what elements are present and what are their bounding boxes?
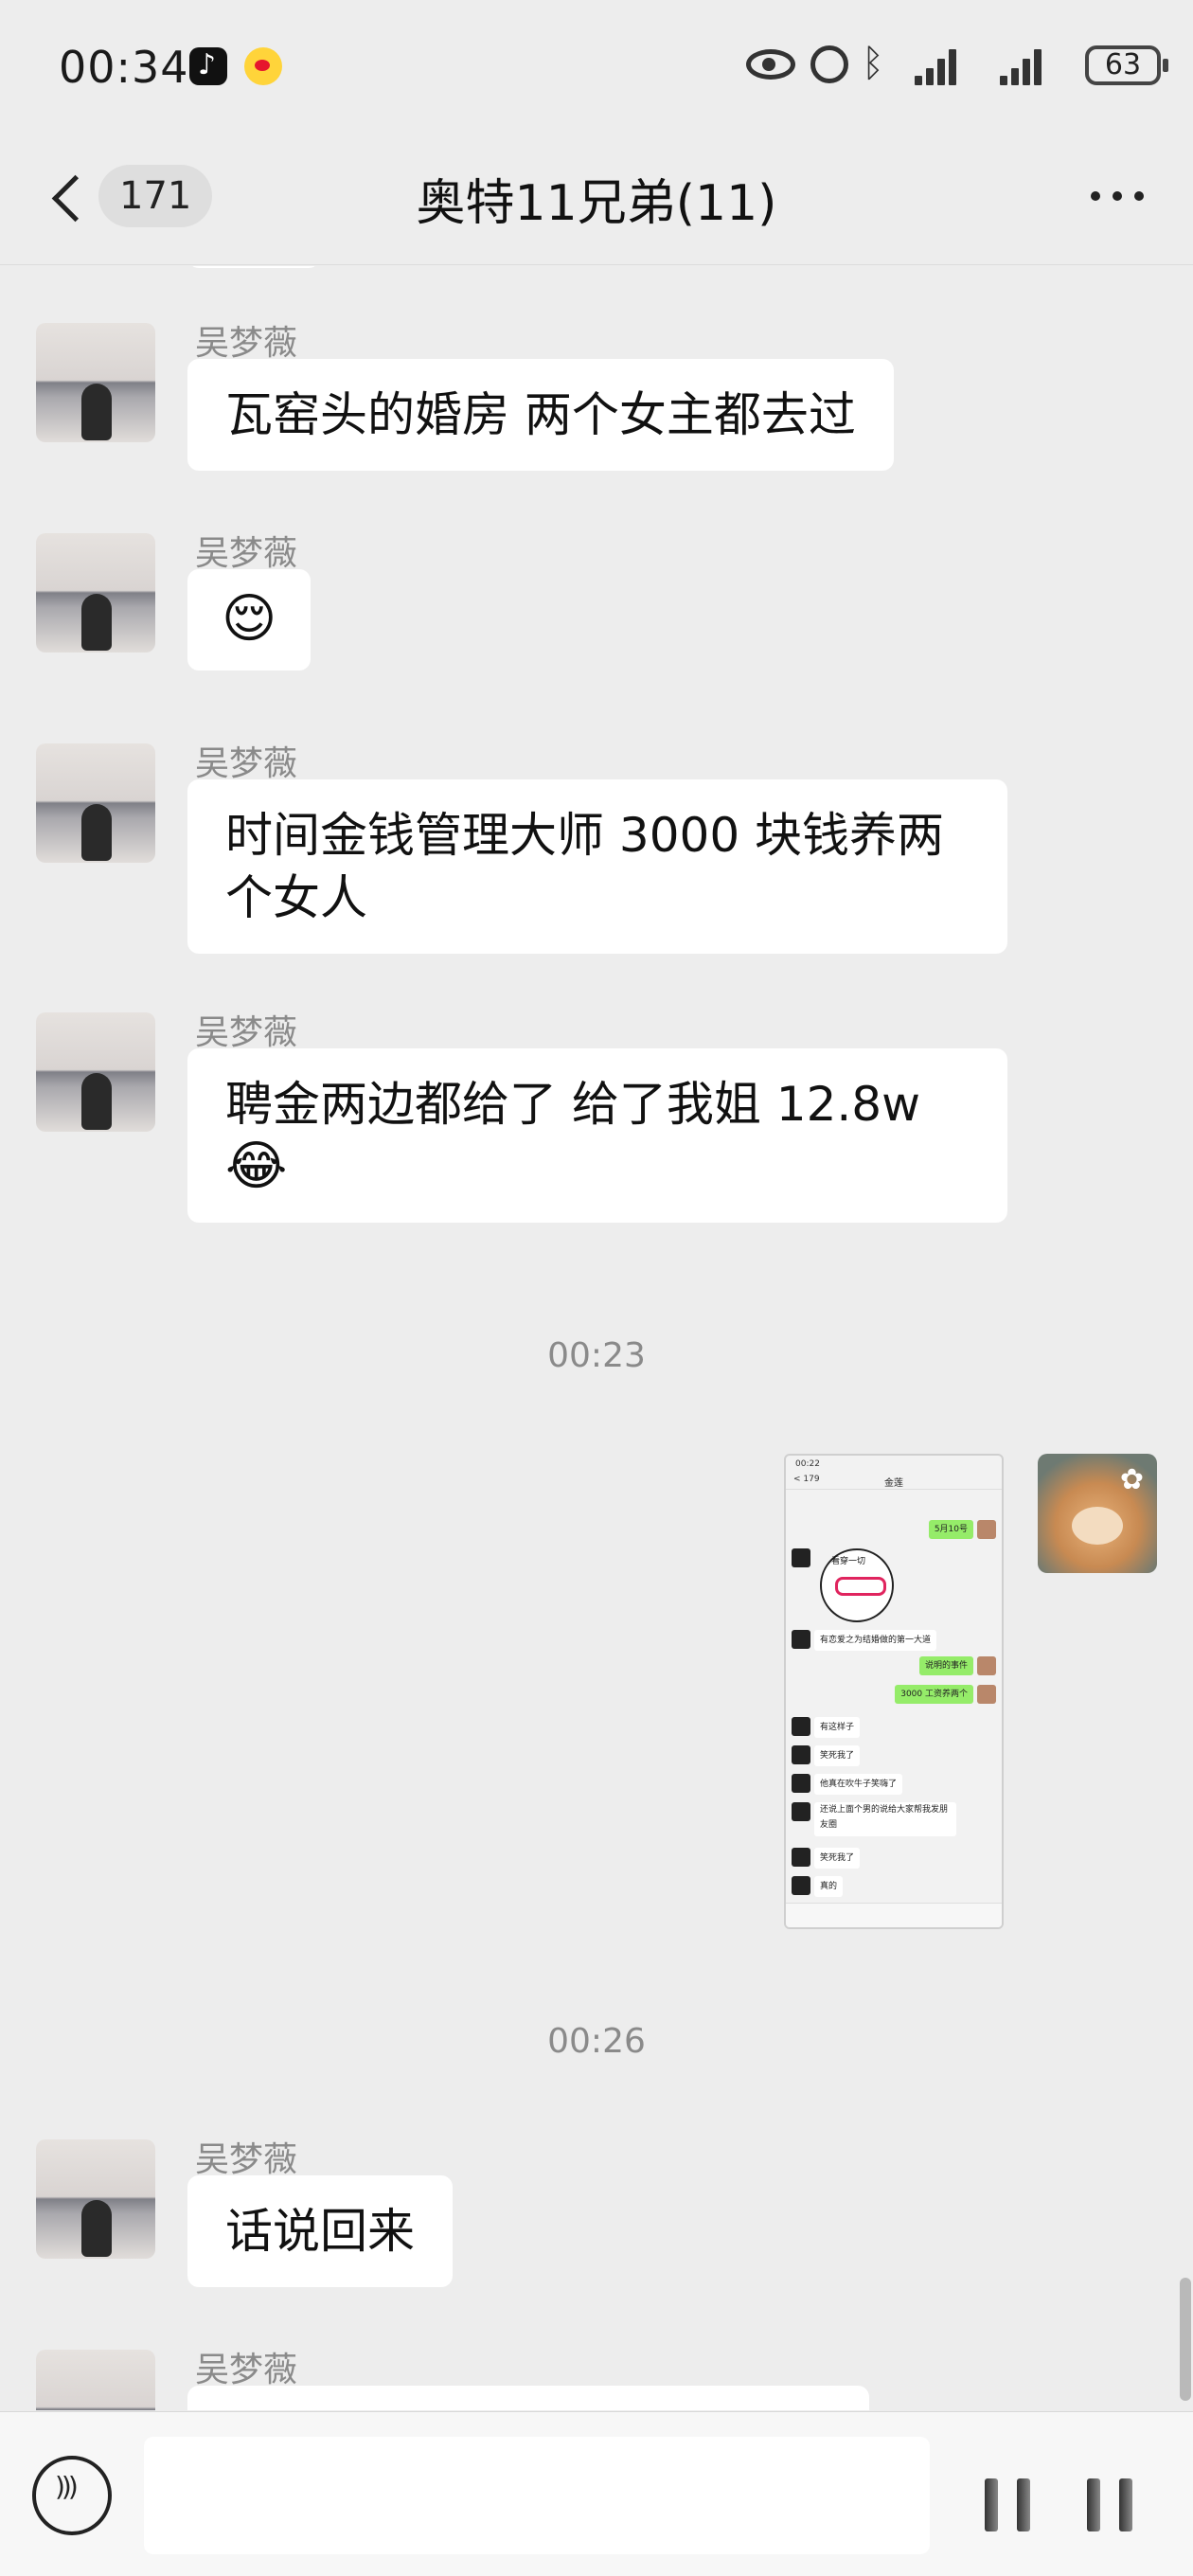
signal-icon [994, 47, 1047, 85]
sender-name: 吴梦薇 [195, 744, 298, 783]
message-input[interactable] [144, 2437, 930, 2554]
message-text-line: 个女人 [225, 870, 367, 925]
message-bubble[interactable]: 话说回来 [187, 2175, 453, 2287]
message-row: 吴梦薇 瓦窑头的婚房 两个女主都去过 [0, 323, 1193, 512]
sender-name: 吴梦薇 [195, 534, 298, 573]
emoji: 😌 [222, 588, 277, 650]
message-text-line: 😂 [225, 1136, 288, 1197]
tiktok-icon [189, 47, 227, 85]
message-row: 吴梦薇 时间金钱管理大师 3000 块钱养两 个女人 [0, 743, 1193, 990]
self-avatar[interactable]: ✿ [1038, 1454, 1157, 1573]
message-row: 吴梦薇 [0, 2350, 1193, 2410]
message-row: 吴梦薇 话说回来 [0, 2139, 1193, 2319]
message-bubble[interactable]: 聘金两边都给了 给了我姐 12.8w 😂 [187, 1048, 1007, 1223]
image-message[interactable]: 00:22 < 179 金莲 5月10号 看穿一切 有恋爱之为结婚做的第一大道 … [784, 1454, 1004, 1929]
avatar[interactable] [36, 1012, 155, 1132]
timestamp: 00:26 [547, 2022, 646, 2061]
chat-title: 奥特11兄弟(11) [416, 175, 777, 232]
sender-name: 吴梦薇 [195, 324, 298, 363]
thumbnail-input-bar [786, 1903, 1002, 1927]
voice-icon[interactable] [32, 2456, 112, 2535]
scrollbar-thumb[interactable] [1180, 2278, 1191, 2401]
more-options-button[interactable] [1079, 167, 1155, 224]
message-text: 瓦窑头的婚房 两个女主都去过 [225, 387, 856, 442]
avatar[interactable] [36, 2139, 155, 2259]
message-row: 吴梦薇 聘金两边都给了 给了我姐 12.8w 😂 [0, 1012, 1193, 1259]
message-bubble[interactable]: 时间金钱管理大师 3000 块钱养两 个女人 [187, 779, 1007, 954]
sender-name: 吴梦薇 [195, 2351, 298, 2389]
message-text: 话说回来 [225, 2204, 415, 2259]
avatar[interactable] [36, 743, 155, 863]
eye-icon [746, 49, 795, 80]
message-bubble[interactable]: 😌 [187, 569, 312, 671]
plus-icon[interactable] [1079, 2469, 1159, 2537]
status-clock: 00:34 [59, 42, 189, 93]
sender-name: 吴梦薇 [195, 2140, 298, 2179]
bluetooth-icon: ᛒ [862, 42, 884, 85]
thumbnail-header: 00:22 < 179 金莲 [786, 1456, 1002, 1490]
message-text-line: 时间金钱管理大师 3000 块钱养两 [225, 808, 945, 863]
status-bar: 00:34 ᛒ 63 [0, 0, 1193, 133]
message-text-line: 聘金两边都给了 给了我姐 12.8w [225, 1077, 921, 1132]
chat-header: 171 奥特11兄弟(11) [0, 133, 1193, 265]
timestamp: 00:23 [547, 1336, 646, 1375]
emoji-icon[interactable] [977, 2469, 1045, 2537]
avatar[interactable] [36, 2350, 155, 2410]
message-bubble-partial[interactable] [187, 266, 320, 268]
alarm-icon [810, 45, 848, 83]
avatar[interactable] [36, 533, 155, 653]
signal-icon [909, 47, 962, 85]
avatar[interactable] [36, 323, 155, 442]
weibo-icon [244, 47, 282, 85]
input-bar [0, 2411, 1193, 2576]
message-row: 吴梦薇 😌 [0, 533, 1193, 713]
message-bubble[interactable]: 瓦窑头的婚房 两个女主都去过 [187, 359, 894, 471]
battery-icon: 63 [1085, 45, 1168, 85]
message-list[interactable]: 吴梦薇 瓦窑头的婚房 两个女主都去过 吴梦薇 😌 吴梦薇 时间金钱管理大师 30… [0, 266, 1193, 2410]
message-bubble-partial[interactable] [187, 2386, 869, 2410]
sender-name: 吴梦薇 [195, 1013, 298, 1052]
